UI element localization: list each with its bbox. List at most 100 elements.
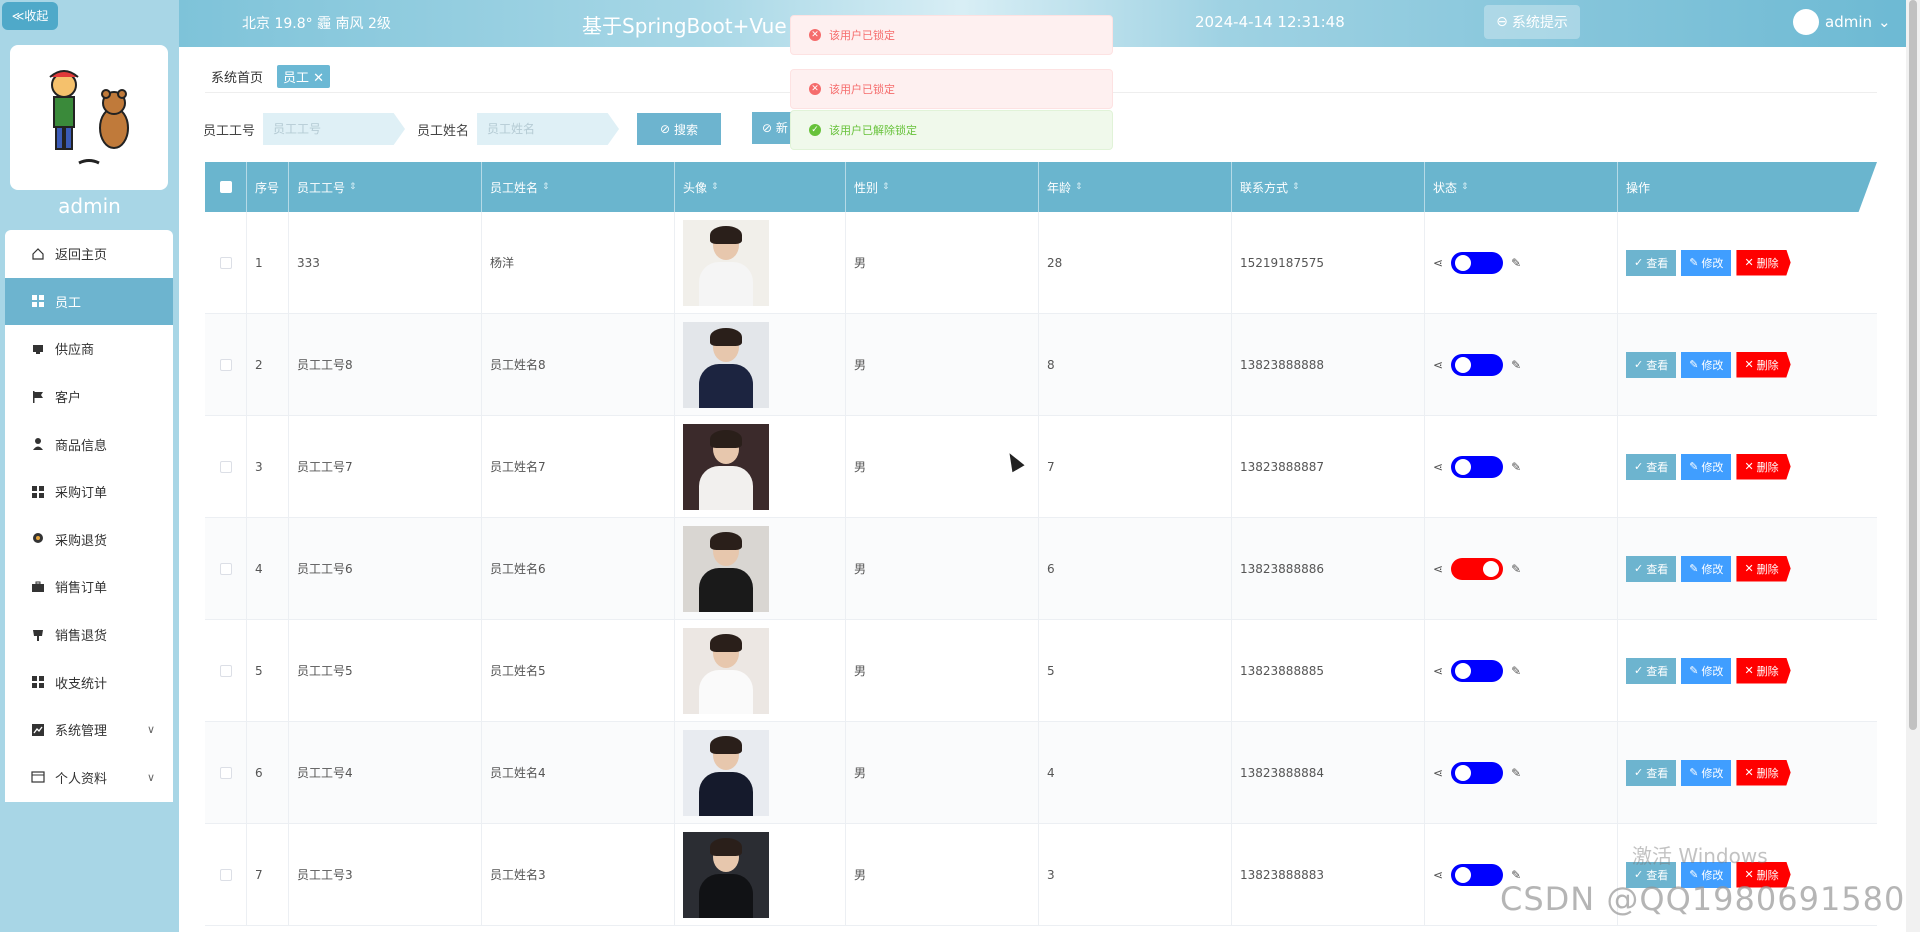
lock-toggle[interactable] <box>1451 455 1504 478</box>
column-header: 序号 <box>247 162 289 212</box>
employee-photo[interactable] <box>683 627 769 714</box>
user-menu[interactable]: admin ⌄ <box>1793 9 1891 35</box>
sidebar-item-sales-order[interactable]: 销售订单 <box>5 563 173 611</box>
lock-toggle[interactable] <box>1451 557 1504 580</box>
sort-icon[interactable]: ⇕ <box>711 182 719 192</box>
photo-body <box>699 261 753 306</box>
scrollbar-thumb[interactable] <box>1909 0 1917 730</box>
employee-photo[interactable] <box>683 525 769 612</box>
page-scrollbar[interactable] <box>1906 0 1920 932</box>
sidebar-item-customer[interactable]: 客户 <box>5 373 173 421</box>
delete-button[interactable]: ✕ 删除 <box>1736 759 1791 786</box>
view-button[interactable]: ✓ 查看 <box>1626 657 1677 684</box>
sort-icon[interactable]: ⇕ <box>542 182 550 192</box>
edit-pen-icon[interactable]: ✎ <box>1511 460 1521 474</box>
sidebar-item-label: 采购订单 <box>55 486 108 502</box>
column-header[interactable]: 状态 ⇕ <box>1425 162 1618 212</box>
close-icon[interactable]: ✕ <box>313 71 324 86</box>
column-header[interactable]: 员工姓名 ⇕ <box>482 162 675 212</box>
view-button[interactable]: ✓ 查看 <box>1626 759 1677 786</box>
view-button[interactable]: ✓ 查看 <box>1626 453 1677 480</box>
edit-button[interactable]: ✎ 修改 <box>1681 351 1732 378</box>
edit-button[interactable]: ✎ 修改 <box>1681 759 1732 786</box>
close-icon: ✕ <box>1744 460 1754 473</box>
delete-button[interactable]: ✕ 删除 <box>1736 657 1791 684</box>
sidebar-item-system[interactable]: 系统管理 ∨ <box>5 706 173 754</box>
column-header[interactable]: 员工工号 ⇕ <box>289 162 482 212</box>
view-button[interactable]: ✓ 查看 <box>1626 351 1677 378</box>
row-select-cell <box>205 824 247 925</box>
delete-button[interactable]: ✕ 删除 <box>1736 453 1791 480</box>
sidebar-item-supplier[interactable]: 供应商 <box>5 325 173 373</box>
edit-pen-icon[interactable]: ✎ <box>1511 358 1521 372</box>
column-header[interactable]: 头像 ⇕ <box>675 162 846 212</box>
status-cell: ⋖ ✎ <box>1425 416 1618 517</box>
csdn-watermark: CSDN @QQ1980691580 <box>1500 880 1906 918</box>
employee-photo[interactable] <box>683 219 769 306</box>
row-checkbox[interactable] <box>219 562 232 575</box>
sidebar-item-purchase-order[interactable]: 采购订单 <box>5 468 173 516</box>
edit-pen-icon[interactable]: ✎ <box>1511 766 1521 780</box>
photo-hair <box>710 327 742 346</box>
select-all-checkbox[interactable] <box>219 181 232 193</box>
sidebar-item-finance-stats[interactable]: 收支统计 <box>5 658 173 706</box>
search-bar: 员工工号 员工工号 员工姓名 员工姓名 ⊘ 搜索 <box>203 113 722 145</box>
edit-button[interactable]: ✎ 修改 <box>1681 555 1732 582</box>
sidebar-item-profile[interactable]: 个人资料 ∨ <box>5 754 173 802</box>
edit-pen-icon[interactable]: ✎ <box>1511 256 1521 270</box>
delete-button[interactable]: ✕ 删除 <box>1736 249 1791 276</box>
edit-button[interactable]: ✎ 修改 <box>1681 657 1732 684</box>
sidebar-item-label: 员工 <box>55 295 82 311</box>
sort-icon[interactable]: ⇕ <box>1075 182 1083 192</box>
emp-id-input[interactable]: 员工工号 <box>263 113 406 145</box>
edit-button[interactable]: ✎ 修改 <box>1681 249 1732 276</box>
view-button[interactable]: ✓ 查看 <box>1626 249 1677 276</box>
row-checkbox[interactable] <box>219 460 232 473</box>
row-checkbox[interactable] <box>219 868 232 881</box>
sidebar-item-home[interactable]: 返回主页 <box>5 230 173 278</box>
collapse-button[interactable]: ≪收起 <box>2 2 58 30</box>
delete-button[interactable]: ✕ 删除 <box>1736 555 1791 582</box>
error-icon: ✕ <box>809 83 821 95</box>
edit-button[interactable]: ✎ 修改 <box>1681 453 1732 480</box>
sidebar-item-sales-return[interactable]: 销售退货 <box>5 611 173 659</box>
share-icon: ⋖ <box>1433 867 1444 882</box>
column-header[interactable]: 性别 ⇕ <box>846 162 1039 212</box>
row-checkbox[interactable] <box>219 358 232 371</box>
emp-name-input[interactable]: 员工姓名 <box>477 113 620 145</box>
employee-photo[interactable] <box>683 423 769 510</box>
system-notice-button[interactable]: ⊖ 系统提示 <box>1484 5 1580 39</box>
sidebar-item-employee[interactable]: 员工 <box>5 277 173 326</box>
edit-pen-icon[interactable]: ✎ <box>1511 664 1521 678</box>
sidebar-item-product[interactable]: 商品信息 <box>5 420 173 468</box>
sort-icon[interactable]: ⇕ <box>1292 182 1300 192</box>
lock-toggle[interactable] <box>1451 353 1504 376</box>
column-header[interactable]: 年龄 ⇕ <box>1039 162 1232 212</box>
edit-pen-icon[interactable]: ✎ <box>1511 562 1521 576</box>
lock-toggle[interactable] <box>1451 251 1504 274</box>
table-row: 5 员工工号5 员工姓名5 男 5 13823888885 ⋖ ✎ ✓ 查看 ✎ 修… <box>205 620 1877 722</box>
employee-photo[interactable] <box>683 729 769 816</box>
row-checkbox[interactable] <box>219 766 232 779</box>
sort-icon[interactable]: ⇕ <box>882 182 890 192</box>
breadcrumb-current-tab[interactable]: 员工 ✕ <box>277 65 331 88</box>
gender-cell: 男 <box>846 518 1039 619</box>
search-button[interactable]: ⊘ 搜索 <box>637 113 722 145</box>
delete-button[interactable]: ✕ 删除 <box>1736 351 1791 378</box>
employee-photo[interactable] <box>683 321 769 408</box>
gender-cell: 男 <box>846 314 1039 415</box>
chevron-down-icon: ⌄ <box>1878 13 1891 31</box>
sort-icon[interactable]: ⇕ <box>1461 182 1469 192</box>
view-button[interactable]: ✓ 查看 <box>1626 555 1677 582</box>
sidebar-item-label: 返回主页 <box>55 248 108 264</box>
lock-toggle[interactable] <box>1451 761 1504 784</box>
sidebar-item-purchase-return[interactable]: 采购退货 <box>5 516 173 564</box>
breadcrumb-home[interactable]: 系统首页 <box>205 65 269 88</box>
sort-icon[interactable]: ⇕ <box>349 182 357 192</box>
row-checkbox[interactable] <box>219 256 232 269</box>
column-header[interactable]: 联系方式 ⇕ <box>1232 162 1425 212</box>
employee-photo[interactable] <box>683 831 769 918</box>
lock-toggle[interactable] <box>1451 863 1504 886</box>
lock-toggle[interactable] <box>1451 659 1504 682</box>
row-checkbox[interactable] <box>219 664 232 677</box>
